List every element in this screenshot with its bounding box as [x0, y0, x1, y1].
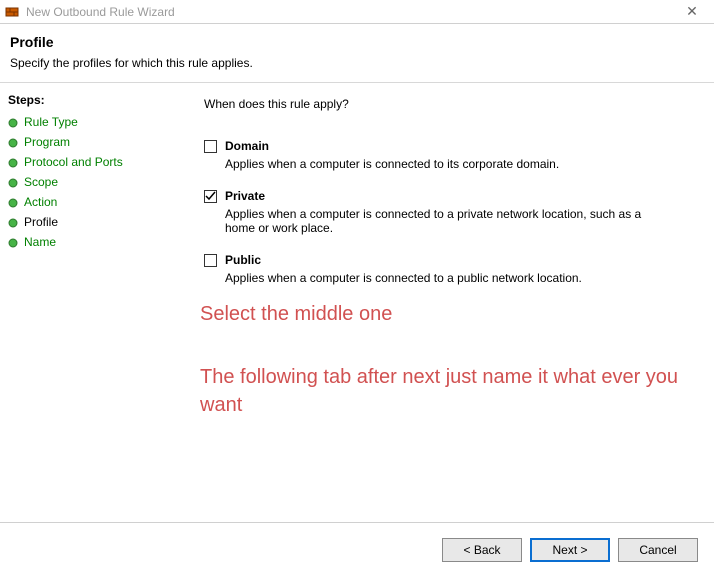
wizard-content: When does this rule apply? Domain Applies…	[180, 83, 714, 523]
step-profile: Profile	[8, 215, 172, 229]
option-description: Applies when a computer is connected to …	[225, 207, 655, 235]
step-action[interactable]: Action	[8, 195, 172, 209]
option-label: Domain	[225, 139, 269, 153]
option-label: Public	[225, 253, 261, 267]
step-scope[interactable]: Scope	[8, 175, 172, 189]
bullet-icon	[8, 217, 18, 227]
step-label: Program	[24, 135, 70, 149]
wizard-header: Profile Specify the profiles for which t…	[0, 24, 714, 83]
step-rule-type[interactable]: Rule Type	[8, 115, 172, 129]
bullet-icon	[8, 177, 18, 187]
page-title: Profile	[10, 34, 704, 50]
back-button[interactable]: < Back	[442, 538, 522, 562]
step-label: Name	[24, 235, 56, 249]
step-program[interactable]: Program	[8, 135, 172, 149]
option-description: Applies when a computer is connected to …	[225, 157, 655, 171]
page-subtitle: Specify the profiles for which this rule…	[10, 56, 704, 70]
step-label: Rule Type	[24, 115, 78, 129]
profile-option-public: Public Applies when a computer is connect…	[204, 253, 692, 285]
bullet-icon	[8, 137, 18, 147]
step-label: Profile	[24, 215, 58, 229]
step-label: Scope	[24, 175, 58, 189]
checkbox-public[interactable]	[204, 254, 217, 267]
next-button[interactable]: Next >	[530, 538, 610, 562]
wizard-footer: < Back Next > Cancel	[0, 522, 714, 576]
bullet-icon	[8, 117, 18, 127]
option-description: Applies when a computer is connected to …	[225, 271, 655, 285]
wizard-window: New Outbound Rule Wizard ✕ Profile Speci…	[0, 0, 714, 576]
checkbox-private[interactable]	[204, 190, 217, 203]
titlebar: New Outbound Rule Wizard ✕	[0, 0, 714, 24]
annotation-select-middle: Select the middle one	[200, 303, 392, 326]
step-name[interactable]: Name	[8, 235, 172, 249]
checkbox-domain[interactable]	[204, 140, 217, 153]
profile-option-domain: Domain Applies when a computer is connect…	[204, 139, 692, 171]
steps-sidebar: Steps: Rule Type Program Protocol and Port…	[0, 83, 180, 523]
close-button[interactable]: ✕	[674, 3, 710, 20]
firewall-icon	[4, 4, 20, 20]
bullet-icon	[8, 237, 18, 247]
steps-heading: Steps:	[8, 93, 172, 107]
step-label: Protocol and Ports	[24, 155, 123, 169]
annotation-name-tab: The following tab after next just name i…	[200, 363, 714, 419]
option-label: Private	[225, 189, 265, 203]
prompt-text: When does this rule apply?	[204, 97, 692, 111]
step-label: Action	[24, 195, 57, 209]
bullet-icon	[8, 157, 18, 167]
profile-option-private: Private Applies when a computer is connec…	[204, 189, 692, 235]
cancel-button[interactable]: Cancel	[618, 538, 698, 562]
step-protocol-and-ports[interactable]: Protocol and Ports	[8, 155, 172, 169]
bullet-icon	[8, 197, 18, 207]
window-title: New Outbound Rule Wizard	[26, 5, 674, 19]
